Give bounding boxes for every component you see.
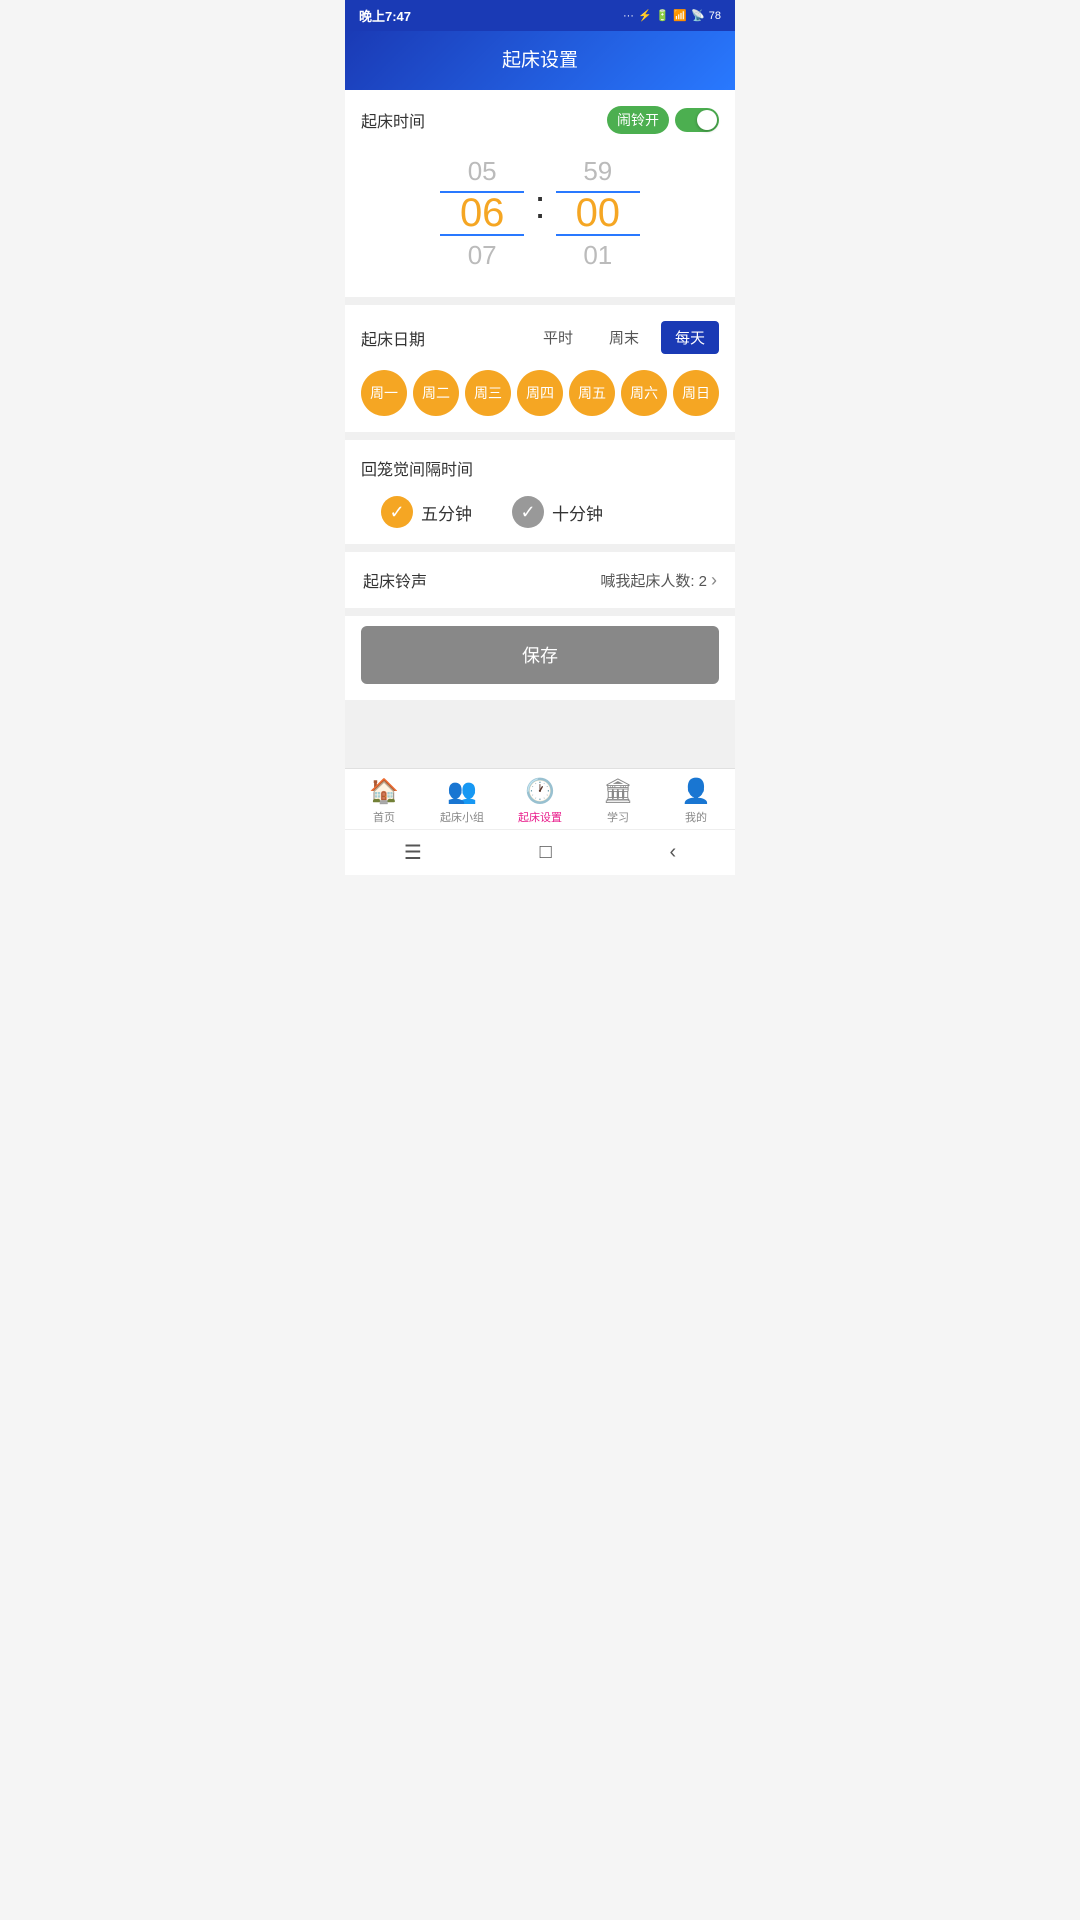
mine-icon: 👤	[681, 777, 711, 806]
date-header: 起床日期 平时 周末 每天	[361, 321, 719, 354]
weekday-sun[interactable]: 周日	[673, 370, 719, 416]
battery-icon: 🔋	[656, 9, 670, 22]
toggle-knob	[697, 110, 717, 130]
call-count-text: 喊我起床人数: 2	[600, 570, 707, 591]
nav-item-home[interactable]: 🏠 首页	[354, 777, 414, 825]
bottom-nav: 🏠 首页 👥 起床小组 🕐 起床设置 🏛 学习 👤 我的	[345, 768, 735, 829]
home-icon: 🏠	[369, 777, 399, 806]
nav-item-study[interactable]: 🏛 学习	[588, 777, 648, 825]
bluetooth-icon: ⚡	[638, 9, 652, 22]
snooze-ten-check: ✓	[512, 496, 544, 528]
nav-label-mine: 我的	[685, 809, 707, 825]
minute-above: 59	[583, 156, 612, 187]
hour-below: 07	[468, 240, 497, 271]
nav-item-alarm-setting[interactable]: 🕐 起床设置	[510, 777, 570, 825]
alarm-icon: 🕐	[525, 777, 555, 806]
battery-level: 78	[709, 10, 721, 22]
nav-label-study: 学习	[607, 809, 629, 825]
save-button[interactable]: 保存	[361, 626, 719, 684]
weekday-sat[interactable]: 周六	[621, 370, 667, 416]
bell-label: 起床铃声	[363, 568, 427, 592]
minute-below: 01	[583, 240, 612, 271]
dots-icon: ···	[623, 10, 634, 22]
home-button[interactable]: □	[540, 841, 552, 864]
menu-button[interactable]: ☰	[404, 840, 422, 865]
weekday-thu[interactable]: 周四	[517, 370, 563, 416]
hour-selected: 06	[440, 191, 525, 236]
call-count-row[interactable]: 喊我起床人数: 2 ›	[600, 570, 717, 591]
hour-line-bottom	[440, 234, 525, 236]
bell-row: 起床铃声 喊我起床人数: 2 ›	[363, 568, 717, 592]
snooze-ten-label: 十分钟	[552, 500, 603, 525]
wake-date-label: 起床日期	[361, 326, 425, 350]
snooze-section: 回笼觉间隔时间 ✓ 五分钟 ✓ 十分钟	[345, 440, 735, 544]
weekday-tue[interactable]: 周二	[413, 370, 459, 416]
wake-date-section: 起床日期 平时 周末 每天 周一 周二 周三 周四 周五 周六 周日	[345, 305, 735, 432]
date-btn-zhoumo[interactable]: 周末	[595, 321, 653, 354]
snooze-ten-min[interactable]: ✓ 十分钟	[512, 496, 603, 528]
weekday-mon[interactable]: 周一	[361, 370, 407, 416]
alarm-toggle[interactable]	[675, 108, 719, 132]
time-colon: :	[534, 183, 545, 228]
nav-label-group: 起床小组	[440, 809, 484, 825]
status-icons: ··· ⚡ 🔋 📶 📡 78	[623, 9, 721, 22]
weekday-wed[interactable]: 周三	[465, 370, 511, 416]
group-icon: 👥	[447, 777, 477, 806]
page-header: 起床设置	[345, 31, 735, 90]
date-btn-pingshi[interactable]: 平时	[529, 321, 587, 354]
weekday-row: 周一 周二 周三 周四 周五 周六 周日	[361, 370, 719, 416]
minute-selected: 00	[556, 191, 641, 236]
hour-above: 05	[468, 156, 497, 187]
wifi-icon: 📡	[691, 9, 705, 22]
minute-column[interactable]: 59 00 01	[556, 156, 641, 271]
minute-selected-row: 00	[556, 191, 641, 236]
main-content: 起床时间 闹铃开 05 06 07 :	[345, 90, 735, 768]
bell-section: 起床铃声 喊我起床人数: 2 ›	[345, 552, 735, 608]
page-title: 起床设置	[502, 50, 578, 71]
snooze-five-label: 五分钟	[421, 500, 472, 525]
hour-column[interactable]: 05 06 07	[440, 156, 525, 271]
weekday-fri[interactable]: 周五	[569, 370, 615, 416]
nav-label-home: 首页	[373, 809, 395, 825]
snooze-options: ✓ 五分钟 ✓ 十分钟	[361, 496, 719, 528]
system-nav: ☰ □ ‹	[345, 829, 735, 875]
save-section: 保存	[345, 616, 735, 700]
date-options: 平时 周末 每天	[529, 321, 719, 354]
snooze-five-min[interactable]: ✓ 五分钟	[381, 496, 472, 528]
alarm-time-section: 起床时间 闹铃开 05 06 07 :	[345, 90, 735, 297]
hour-selected-row: 06	[440, 191, 525, 236]
toggle-label: 闹铃开	[607, 106, 669, 134]
alarm-time-label: 起床时间	[361, 108, 425, 132]
back-button[interactable]: ‹	[669, 841, 676, 864]
alarm-time-header: 起床时间 闹铃开	[361, 106, 719, 134]
study-icon: 🏛	[603, 777, 633, 806]
signal-icon: 📶	[673, 9, 687, 22]
status-time: 晚上7:47	[359, 6, 411, 25]
snooze-five-check: ✓	[381, 496, 413, 528]
toggle-wrapper[interactable]: 闹铃开	[607, 106, 719, 134]
chevron-right-icon: ›	[711, 570, 717, 591]
nav-label-alarm: 起床设置	[518, 809, 562, 825]
status-bar: 晚上7:47 ··· ⚡ 🔋 📶 📡 78	[345, 0, 735, 31]
date-btn-meitian[interactable]: 每天	[661, 321, 719, 354]
time-picker: 05 06 07 : 59 00 01	[361, 146, 719, 281]
nav-item-mine[interactable]: 👤 我的	[666, 777, 726, 825]
nav-item-group[interactable]: 👥 起床小组	[432, 777, 492, 825]
snooze-label: 回笼觉间隔时间	[361, 456, 719, 480]
minute-line-top	[556, 191, 641, 193]
spacer	[345, 708, 735, 768]
minute-line-bottom	[556, 234, 641, 236]
hour-line-top	[440, 191, 525, 193]
